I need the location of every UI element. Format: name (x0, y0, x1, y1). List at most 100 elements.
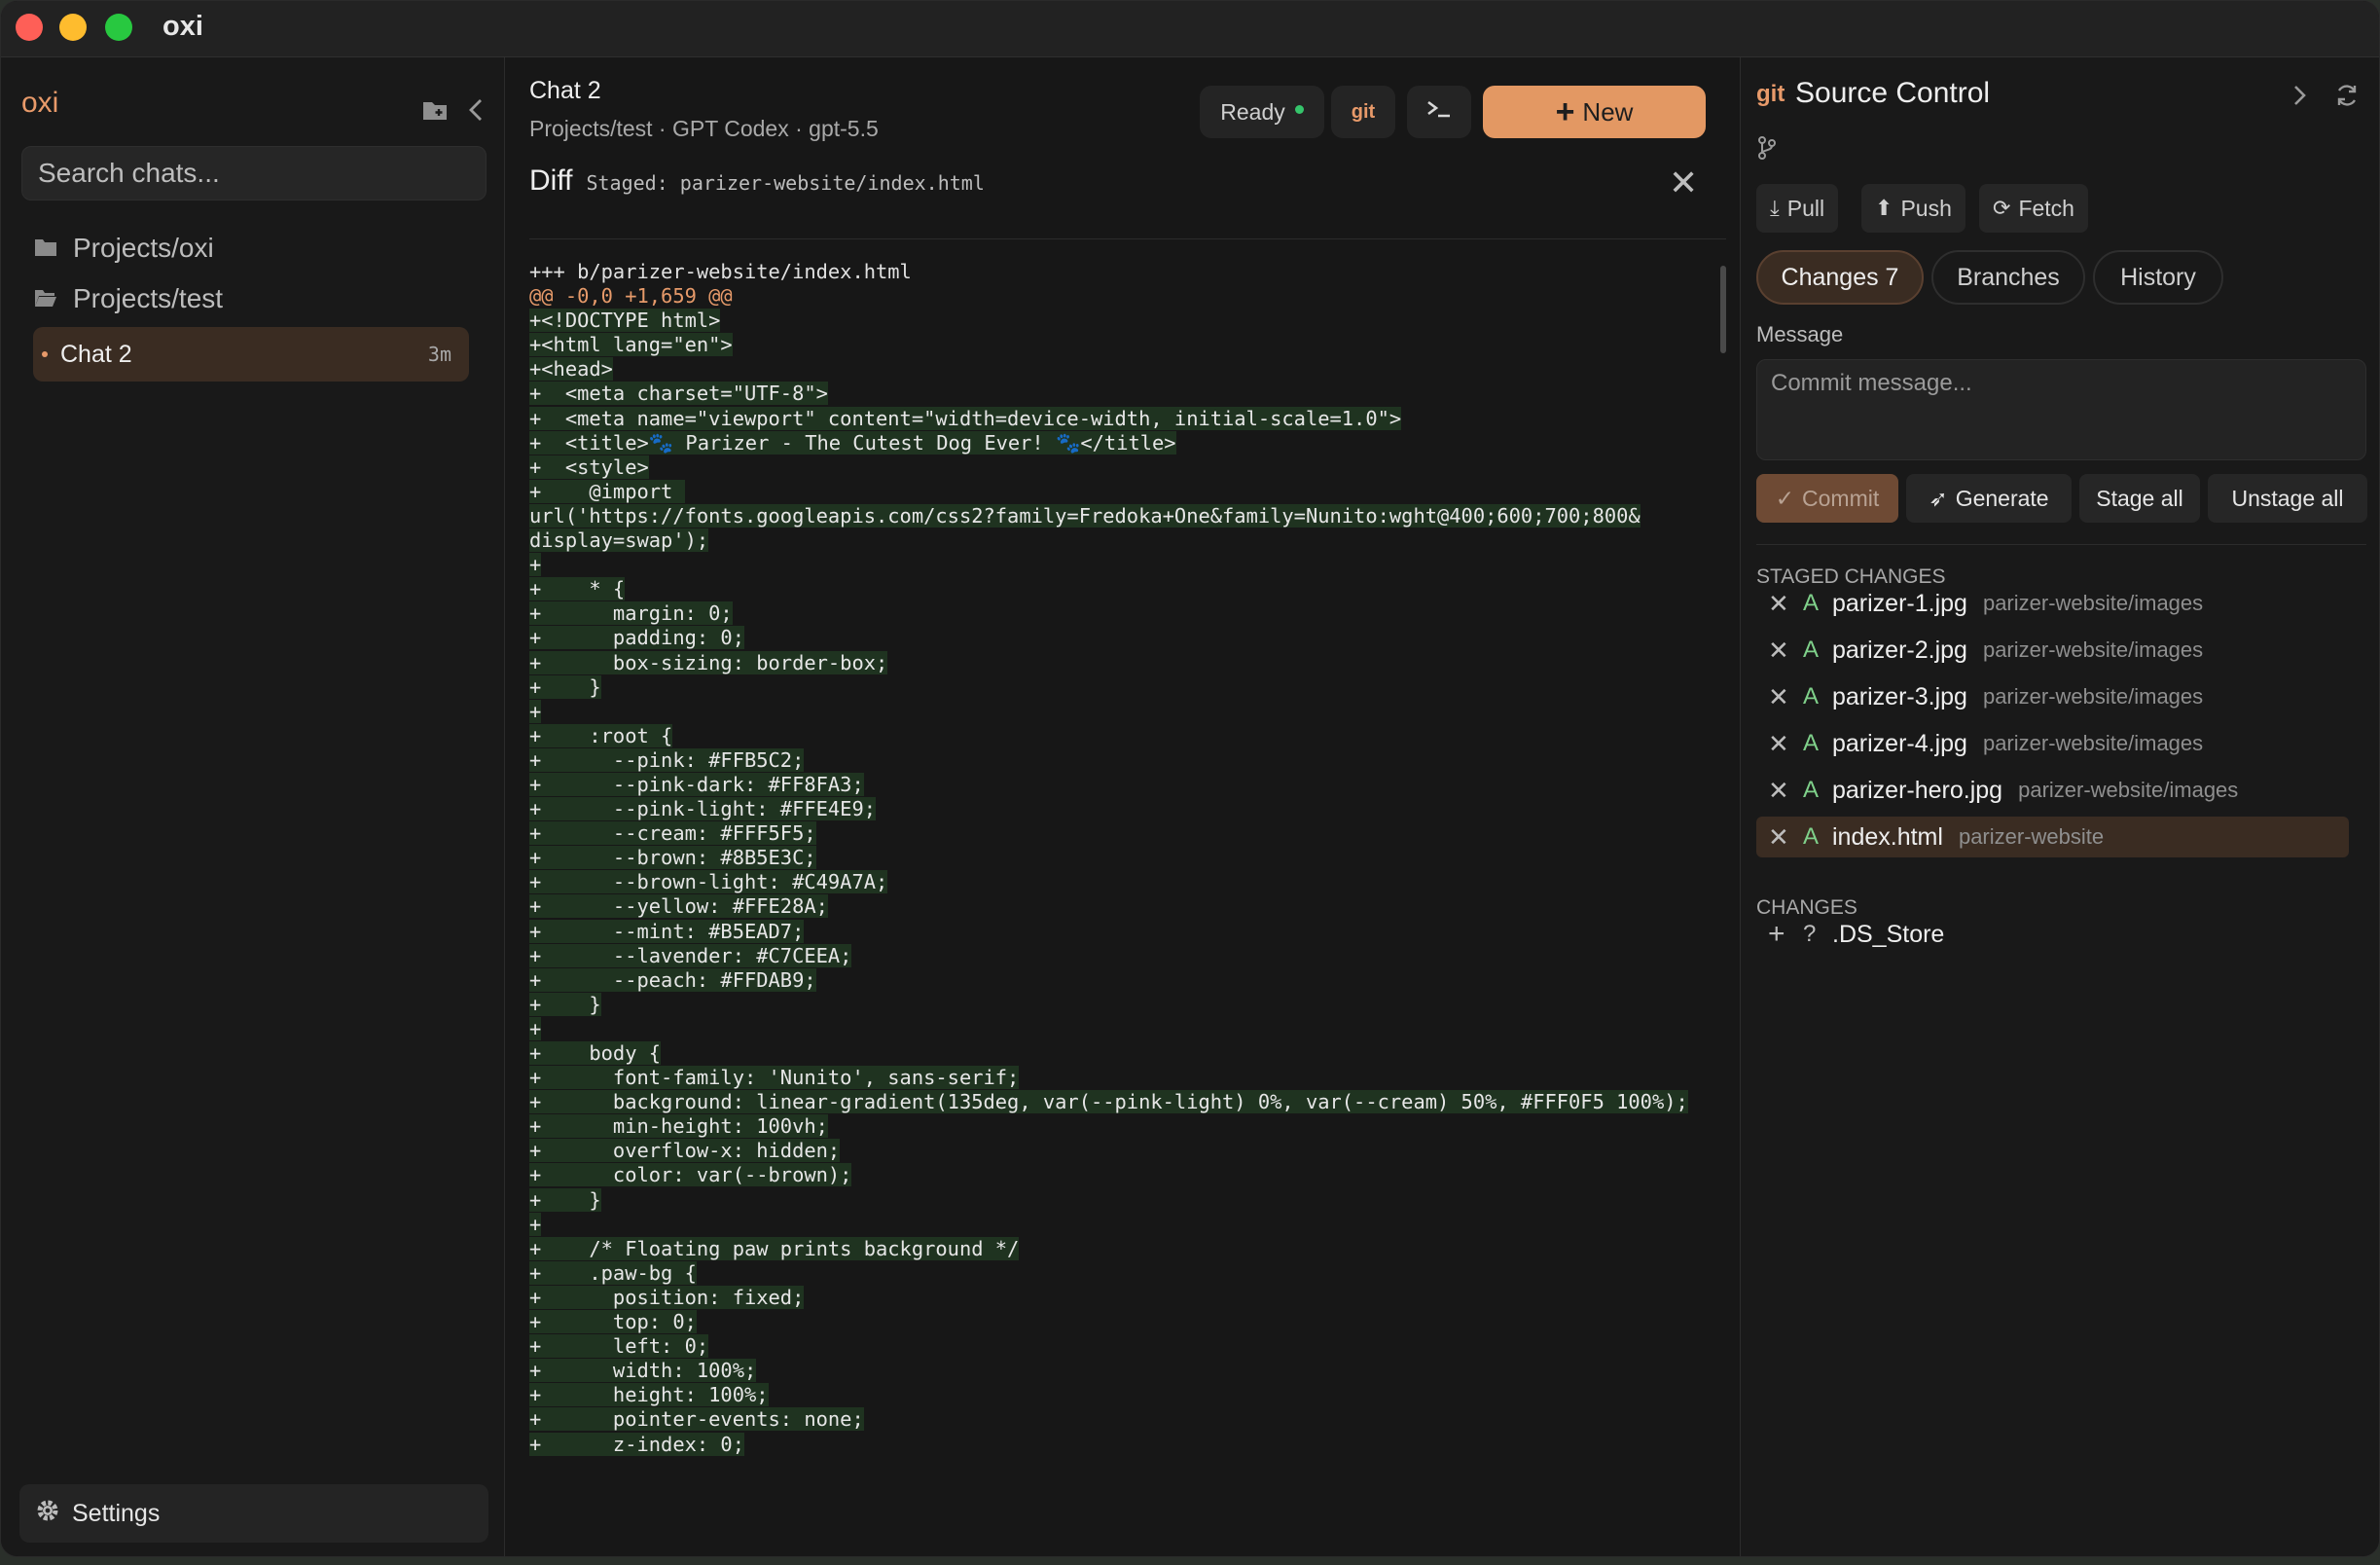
sync-icon: ⟳ (1993, 196, 2011, 220)
zoom-window-button[interactable] (105, 14, 132, 41)
diff-label: Diff (529, 164, 573, 197)
diff-header: Diff Staged: parizer-website/index.html (529, 164, 985, 198)
gear-icon (35, 1498, 60, 1530)
diff-line-text: + } (529, 1187, 601, 1212)
commit-button[interactable]: ✓ Commit (1756, 474, 1898, 523)
rocket-icon: ➶ (1929, 485, 1948, 511)
unstage-x-icon[interactable]: ✕ (1768, 682, 1797, 712)
fetch-button[interactable]: ⟳ Fetch (1979, 184, 2088, 233)
file-dir: parizer-website/images (1982, 684, 2204, 709)
unstage-x-icon[interactable]: ✕ (1768, 729, 1797, 759)
pull-button[interactable]: ⤓ Pull (1756, 184, 1839, 233)
git-logo: git (1756, 81, 1785, 107)
file-status: A (1803, 777, 1820, 803)
plus-icon: + (1555, 93, 1575, 130)
terminal-button[interactable] (1407, 86, 1471, 138)
diff-divider (529, 238, 1726, 239)
git-label: git (1351, 100, 1376, 123)
staged-file-row[interactable]: ✕ A parizer-3.jpg parizer-website/images (1756, 676, 2349, 717)
folder-open-icon (34, 283, 57, 314)
close-icon[interactable]: ✕ (1669, 163, 1698, 203)
chat-item-chat-2[interactable]: Chat 2 3m (33, 327, 469, 382)
diff-line-text: + (529, 699, 542, 723)
file-name: .DS_Store (1832, 920, 1945, 948)
diff-line-text: + font-family: 'Nunito', sans-serif; (529, 1066, 1020, 1090)
project-item-test[interactable]: Projects/test (34, 277, 223, 320)
chevron-right-icon[interactable] (2286, 81, 2315, 110)
diff-line-text: + min-height: 100vh; (529, 1114, 828, 1139)
diff-line-text: + /* Floating paw prints background */ (529, 1236, 1020, 1260)
diff-line-text: + overflow-x: hidden; (529, 1139, 841, 1163)
diff-line-text: + color: var(--brown); (529, 1163, 852, 1187)
new-label: New (1582, 96, 1634, 127)
source-control-title: Source Control (1795, 77, 1991, 109)
tab-label: Branches (1957, 263, 2060, 291)
staged-file-row[interactable]: ✕ A parizer-1.jpg parizer-website/images (1756, 583, 2349, 624)
close-window-button[interactable] (16, 14, 43, 41)
file-dir: parizer-website (1958, 824, 2105, 849)
tab-branches[interactable]: Branches (1931, 250, 2085, 305)
diff-line-text: + width: 100%; (529, 1359, 757, 1383)
diff-line-text: + --lavender: #C7CEEA; (529, 943, 852, 967)
diff-line-text: + (529, 1016, 542, 1040)
diff-line-text: + <title>🐾 Parizer - The Cutest Dog Ever… (529, 430, 1176, 455)
file-name: parizer-4.jpg (1832, 729, 1967, 757)
stage-all-button[interactable]: Stage all (2079, 474, 2200, 523)
collapse-sidebar-icon[interactable] (458, 92, 493, 127)
unstage-x-icon[interactable]: ✕ (1768, 636, 1797, 666)
diff-line-text: + margin: 0; (529, 601, 733, 626)
generate-button[interactable]: ➶ Generate (1906, 474, 2072, 523)
file-status: A (1803, 683, 1820, 710)
diff-line-text: + --yellow: #FFE28A; (529, 894, 828, 919)
push-button[interactable]: ⬆ Push (1861, 184, 1965, 233)
git-button[interactable]: git (1331, 86, 1395, 138)
diff-line-text: + body { (529, 1041, 662, 1065)
changed-file-row[interactable]: + ? .DS_Store (1756, 914, 2349, 955)
file-dir: parizer-website/images (1982, 591, 2204, 615)
app-window: oxi oxi Search chats... Projects/oxi Pro… (0, 0, 2380, 1557)
tab-history[interactable]: History (2093, 250, 2223, 305)
unstage-x-icon[interactable]: ✕ (1768, 822, 1797, 853)
file-status: A (1803, 730, 1820, 756)
diff-line-text: + height: 100%; (529, 1383, 769, 1407)
project-item-oxi[interactable]: Projects/oxi (34, 227, 214, 270)
scrollbar[interactable] (1720, 266, 1726, 353)
commit-label: Commit (1802, 485, 1880, 511)
diff-path: Staged: parizer-website/index.html (586, 171, 985, 195)
diff-line-text: + :root { (529, 723, 673, 747)
staged-file-row-selected[interactable]: ✕ A index.html parizer-website (1756, 817, 2349, 857)
sidebar: oxi Search chats... Projects/oxi Project… (1, 57, 505, 1556)
diff-line-text: + z-index: 0; (529, 1432, 744, 1456)
file-status: A (1803, 637, 1820, 663)
diff-line-text: + pointer-events: none; (529, 1407, 864, 1432)
file-dir: parizer-website/images (1982, 637, 2204, 662)
settings-button[interactable]: Settings (19, 1484, 488, 1543)
staged-file-row[interactable]: ✕ A parizer-4.jpg parizer-website/images (1756, 723, 2349, 764)
new-folder-icon[interactable] (417, 92, 452, 127)
file-dir: parizer-website/images (1982, 731, 2204, 755)
stage-plus-icon[interactable]: + (1768, 918, 1797, 951)
active-dot (42, 351, 48, 357)
search-input[interactable]: Search chats... (21, 146, 487, 200)
diff-line-text: url('https://fonts.googleapis.com/css2?f… (529, 503, 1641, 528)
new-chat-button[interactable]: + New (1483, 86, 1706, 138)
tab-changes[interactable]: Changes 7 (1756, 250, 1924, 305)
unstage-x-icon[interactable]: ✕ (1768, 589, 1797, 619)
unstage-x-icon[interactable]: ✕ (1768, 776, 1797, 806)
staged-file-row[interactable]: ✕ A parizer-hero.jpg parizer-website/ima… (1756, 770, 2349, 811)
status-label: Ready (1220, 98, 1285, 125)
diff-line-text: display=swap'); (529, 528, 709, 553)
pull-label: Pull (1786, 195, 1825, 221)
commit-message-input[interactable]: Commit message... (1756, 359, 2366, 460)
minimize-window-button[interactable] (59, 14, 87, 41)
diff-line-text: +<html lang="en"> (529, 333, 733, 357)
diff-line-text: + <meta name="viewport" content="width=d… (529, 406, 1402, 430)
push-label: Push (1900, 195, 1952, 221)
unstage-all-button[interactable]: Unstage all (2208, 474, 2367, 523)
refresh-icon[interactable] (2332, 81, 2362, 110)
diff-line-text: + @import (529, 479, 685, 503)
staged-file-row[interactable]: ✕ A parizer-2.jpg parizer-website/images (1756, 630, 2349, 671)
file-name: parizer-2.jpg (1832, 636, 1967, 664)
file-status: ? (1803, 921, 1817, 947)
diff-line-text: + * { (529, 577, 626, 601)
